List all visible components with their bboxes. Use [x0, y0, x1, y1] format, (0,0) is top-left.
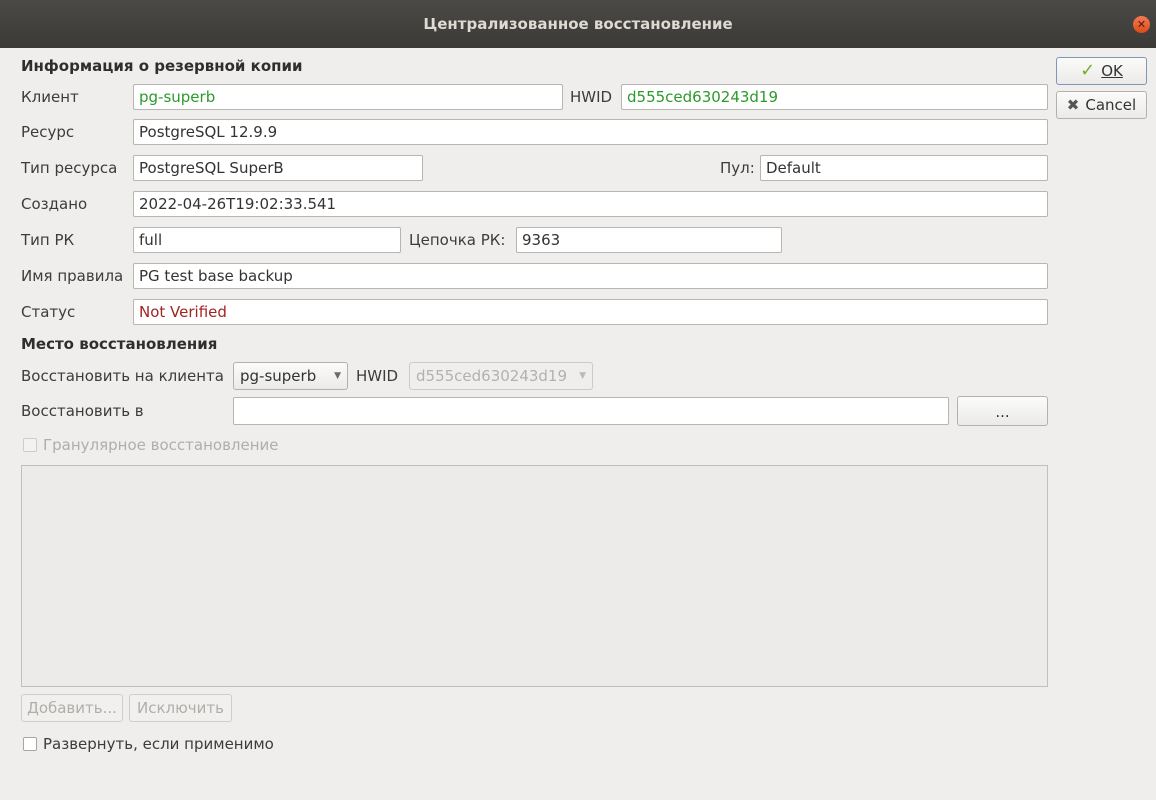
created-field[interactable]: 2022-04-26T19:02:33.541	[133, 191, 1048, 217]
hwid-label: HWID	[570, 88, 613, 106]
client-label: Клиент	[21, 88, 79, 106]
chain-field[interactable]: 9363	[516, 227, 782, 253]
unpack-label: Развернуть, если применимо	[43, 735, 274, 753]
hwid-select[interactable]: d555ced630243d19 ▼	[409, 362, 593, 390]
client-select-value: pg-superb	[240, 367, 317, 385]
add-button[interactable]: Добавить...	[21, 694, 123, 722]
status-field[interactable]: Not Verified	[133, 299, 1048, 325]
add-label: Добавить...	[27, 699, 117, 717]
granular-items-list[interactable]	[21, 465, 1048, 687]
client-field[interactable]: pg-superb	[133, 84, 563, 110]
restore-path-field[interactable]	[233, 397, 949, 425]
check-icon: ✓	[1080, 60, 1096, 81]
created-label: Создано	[21, 195, 88, 213]
cancel-label: Cancel	[1085, 96, 1137, 114]
unpack-checkbox[interactable]	[23, 737, 37, 751]
restore-dialog: Централизованное восстановление ✕ ✓ OK ✖ C…	[0, 0, 1156, 800]
title-bar: Централизованное восстановление ✕	[0, 0, 1156, 48]
restore-to-client-label: Восстановить на клиента	[21, 367, 224, 385]
granular-label: Гранулярное восстановление	[43, 436, 279, 454]
backup-type-label: Тип РК	[21, 231, 75, 249]
restore-location-heading: Место восстановления	[21, 335, 218, 353]
status-label: Статус	[21, 303, 76, 321]
resource-label: Ресурс	[21, 123, 75, 141]
rule-name-label: Имя правила	[21, 267, 124, 285]
restore-to-label: Восстановить в	[21, 402, 144, 420]
ok-label: OK	[1101, 62, 1123, 80]
resource-type-field[interactable]: PostgreSQL SuperB	[133, 155, 423, 181]
client-select[interactable]: pg-superb ▼	[233, 362, 348, 390]
close-icon[interactable]: ✕	[1133, 16, 1150, 33]
chevron-down-icon: ▼	[579, 371, 586, 381]
chain-label: Цепочка РК:	[409, 231, 506, 249]
cancel-button[interactable]: ✖ Cancel	[1056, 91, 1147, 119]
hwid-select-value: d555ced630243d19	[416, 367, 568, 385]
rule-name-field[interactable]: PG test base backup	[133, 263, 1048, 289]
window-title: Централизованное восстановление	[423, 15, 733, 33]
granular-checkbox[interactable]	[23, 438, 37, 452]
resource-type-label: Тип ресурса	[21, 159, 118, 177]
pool-label: Пул:	[720, 159, 755, 177]
chevron-down-icon: ▼	[334, 371, 341, 381]
restore-hwid-label: HWID	[356, 367, 399, 385]
cancel-x-icon: ✖	[1066, 96, 1080, 114]
ok-button[interactable]: ✓ OK	[1056, 57, 1147, 85]
hwid-field[interactable]: d555ced630243d19	[621, 84, 1048, 110]
pool-field[interactable]: Default	[760, 155, 1048, 181]
backup-info-heading: Информация о резервной копии	[21, 57, 303, 75]
browse-button[interactable]: ...	[957, 396, 1048, 426]
exclude-button[interactable]: Исключить	[129, 694, 232, 722]
exclude-label: Исключить	[137, 699, 224, 717]
browse-label: ...	[995, 403, 1010, 421]
backup-type-field[interactable]: full	[133, 227, 401, 253]
resource-field[interactable]: PostgreSQL 12.9.9	[133, 119, 1048, 145]
